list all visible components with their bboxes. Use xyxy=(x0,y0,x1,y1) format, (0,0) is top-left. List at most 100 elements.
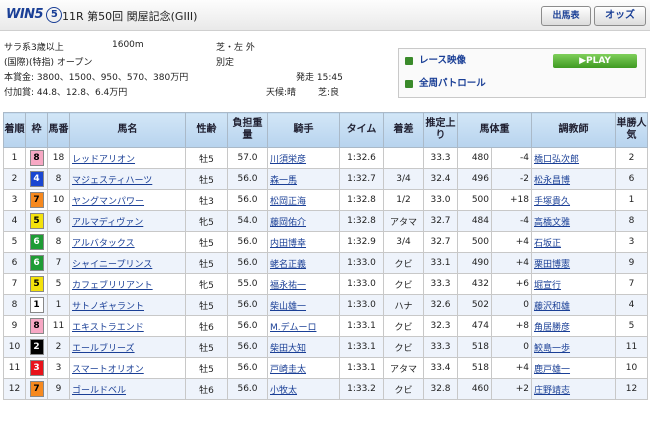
jockey-link[interactable]: 柴田大知 xyxy=(270,344,306,354)
table-header: 着順枠馬番 馬名 性齢 負担重量 騎手 タイム 着差 推定上り 馬体重 調教師 単勝人気 xyxy=(3,112,648,148)
sex-age: 牡5 xyxy=(199,343,214,354)
finish-time: 1:32.8 xyxy=(347,216,376,226)
horse-name-link[interactable]: ゴールドベル xyxy=(72,386,126,396)
jockey-link[interactable]: 柴山雄一 xyxy=(270,302,306,312)
horse-number: 7 xyxy=(55,258,62,268)
carried-weight: 54.0 xyxy=(237,216,258,226)
margin: クビ xyxy=(394,343,413,354)
horse-name-link[interactable]: アルバタックス xyxy=(72,239,135,249)
horse-name-link[interactable]: スマートオリオン xyxy=(72,365,144,375)
popularity: 12 xyxy=(625,384,638,394)
gate-badge: 5 xyxy=(29,276,44,292)
column-header: 騎手 xyxy=(267,112,340,148)
entries-button[interactable]: 出馬表 xyxy=(541,6,591,26)
finish-position: 1 xyxy=(11,153,18,163)
gate-badge: 5 xyxy=(29,213,44,229)
horse-name-link[interactable]: サトノギャラント xyxy=(72,302,144,312)
finish-position: 2 xyxy=(11,174,18,184)
horse-name-link[interactable]: シャイニープリンス xyxy=(72,260,152,270)
video-icon xyxy=(405,79,413,88)
weather: 天候:晴 xyxy=(266,88,297,98)
horse-name-link[interactable]: エキストラエンド xyxy=(72,323,144,333)
trainer-link[interactable]: 石坂正 xyxy=(534,239,561,249)
body-weight-diff: +4 xyxy=(515,258,529,268)
body-weight: 496 xyxy=(471,174,489,184)
last-3f-time: 32.7 xyxy=(430,216,451,226)
margin: クビ xyxy=(394,280,413,291)
body-weight: 484 xyxy=(471,216,489,226)
horse-name-link[interactable]: レッドアリオン xyxy=(72,155,135,165)
jockey-link[interactable]: 戸崎圭太 xyxy=(270,365,306,375)
finish-position: 3 xyxy=(11,195,18,205)
trainer-link[interactable]: 手塚貴久 xyxy=(534,197,570,207)
trainer-link[interactable]: 庄野靖志 xyxy=(534,386,570,396)
horse-name-link[interactable]: アルマディヴァン xyxy=(72,218,143,228)
gate-badge: 3 xyxy=(29,360,44,376)
finish-time: 1:33.1 xyxy=(347,363,376,373)
post-time: 発走 15:45 xyxy=(296,73,343,83)
body-weight-diff: +2 xyxy=(515,384,529,394)
race-header: WIN5 5 11R 第50回 関屋記念(GIII) 出馬表 オッズ xyxy=(0,0,650,31)
finish-time: 1:32.8 xyxy=(347,195,376,205)
trainer-link[interactable]: 角居勝彦 xyxy=(534,323,570,333)
weight-rule: 別定 xyxy=(216,58,235,68)
horse-name-link[interactable]: マジェスティハーツ xyxy=(72,176,152,186)
jockey-link[interactable]: 小牧太 xyxy=(270,386,297,396)
horse-number: 18 xyxy=(52,153,65,163)
body-weight-diff: +4 xyxy=(515,363,529,373)
finish-position: 6 xyxy=(11,258,18,268)
trainer-link[interactable]: 鮫島一歩 xyxy=(534,344,570,354)
column-header: 馬体重 xyxy=(457,112,532,148)
margin: クビ xyxy=(394,259,413,270)
trainer-link[interactable]: 鹿戸雄一 xyxy=(534,365,570,375)
horse-name-link[interactable]: カフェブリリアント xyxy=(72,281,153,291)
jockey-link[interactable]: 内田博幸 xyxy=(270,239,306,249)
body-weight: 474 xyxy=(471,321,489,331)
track-condition: 芝:良 xyxy=(318,88,340,98)
finish-position: 11 xyxy=(8,363,21,373)
body-weight-diff: 0 xyxy=(523,342,529,352)
last-3f-time: 33.1 xyxy=(430,258,451,268)
jockey-link[interactable]: 藤岡佑介 xyxy=(270,218,306,228)
play-button[interactable]: ▶PLAY xyxy=(553,54,637,68)
trainer-link[interactable]: 松永昌博 xyxy=(534,176,570,186)
prize-money: 本賞金: 3800、1500、950、570、380万円 xyxy=(4,73,189,83)
trainer-link[interactable]: 高橋文雅 xyxy=(534,218,570,228)
body-weight-diff: +4 xyxy=(515,237,529,247)
win5-logo[interactable]: WIN5 5 xyxy=(6,7,63,23)
horse-name-link[interactable]: エールブリーズ xyxy=(72,344,135,354)
trainer-link[interactable]: 栗田博憲 xyxy=(534,260,570,270)
table-row: 7 5 5 カフェブリリアント 牝5 55.0 福永祐一 1:33.0 クビ 33.3 432 +6 堀… xyxy=(3,273,648,295)
sex-age: 牡5 xyxy=(199,154,214,165)
finish-time: 1:33.1 xyxy=(347,321,376,331)
carried-weight: 56.0 xyxy=(237,300,258,310)
horse-name-link[interactable]: ヤングマンパワー xyxy=(72,197,144,207)
jockey-link[interactable]: 森一馬 xyxy=(270,176,297,186)
jockey-link[interactable]: 川須栄彦 xyxy=(270,155,306,165)
jockey-link[interactable]: 蛯名正義 xyxy=(270,260,306,270)
column-header: 馬名 xyxy=(69,112,186,148)
body-weight-diff: +6 xyxy=(515,279,529,289)
race-course: 芝・左 外 xyxy=(216,43,255,53)
patrol-video-link[interactable]: 全周パトロール xyxy=(405,76,486,92)
jockey-link[interactable]: M.デムーロ xyxy=(270,323,316,333)
margin: 3/4 xyxy=(396,237,411,247)
trainer-link[interactable]: 橋口弘次郎 xyxy=(534,155,579,165)
horse-number: 8 xyxy=(55,174,62,184)
odds-button[interactable]: オッズ xyxy=(594,6,646,26)
sex-age: 牡5 xyxy=(199,175,214,186)
last-3f-time: 32.7 xyxy=(430,237,451,247)
sex-age: 牡6 xyxy=(199,322,214,333)
body-weight: 490 xyxy=(471,258,489,268)
trainer-link[interactable]: 藤沢和雄 xyxy=(534,302,570,312)
race-video-link[interactable]: レース映像 xyxy=(405,53,466,69)
last-3f-time: 32.6 xyxy=(430,300,451,310)
finish-time: 1:33.1 xyxy=(347,342,376,352)
jockey-link[interactable]: 松岡正海 xyxy=(270,197,306,207)
finish-time: 1:33.0 xyxy=(347,258,376,268)
finish-position: 7 xyxy=(11,279,18,289)
horse-number: 8 xyxy=(55,237,62,247)
sex-age: 牝5 xyxy=(199,217,214,228)
jockey-link[interactable]: 福永祐一 xyxy=(270,281,306,291)
trainer-link[interactable]: 堀宣行 xyxy=(534,281,561,291)
